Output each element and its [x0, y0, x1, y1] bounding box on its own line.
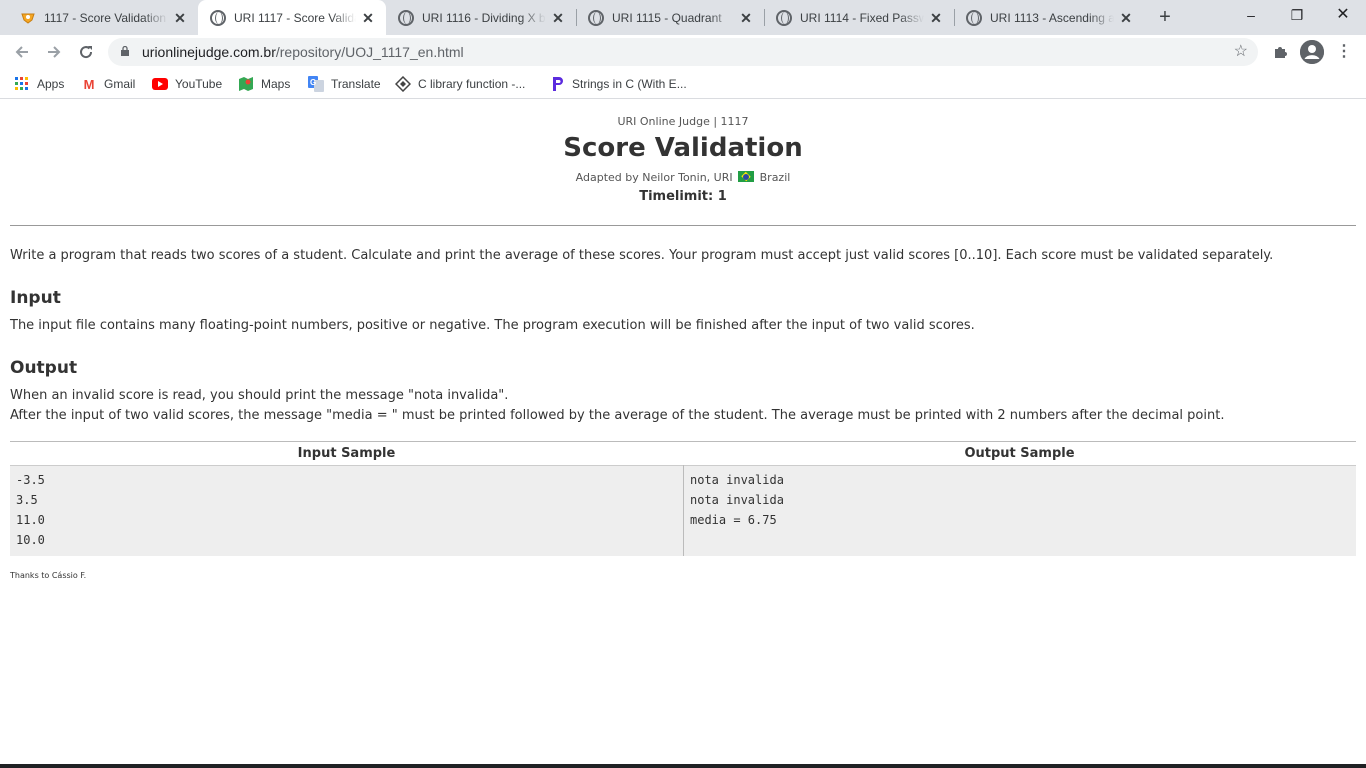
bookmarks-bar: Apps M Gmail YouTube Maps G Translate C … — [0, 69, 1366, 99]
gmail-icon: M — [83, 76, 95, 92]
bookmark-apps[interactable]: Apps — [14, 69, 64, 99]
output-sample-cell: nota invalida nota invalida media = 6.75 — [684, 465, 1356, 556]
country-name: Brazil — [759, 171, 791, 184]
address-bar[interactable]: urionlinejudge.com.br/repository/UOJ_111… — [108, 38, 1258, 66]
input-sample-line: 10.0 — [16, 533, 45, 547]
problem-page: URI Online Judge | 1117 Score Validation… — [0, 103, 1366, 768]
output-sample-line: nota invalida — [690, 473, 784, 487]
close-icon[interactable]: ✕ — [360, 10, 376, 26]
bookmark-youtube[interactable]: YouTube — [152, 69, 222, 99]
reload-icon — [80, 46, 93, 59]
tab-strip: 1117 - Score Validation ✕ URI 1117 - Sco… — [0, 0, 1366, 35]
judge-line: URI Online Judge | 1117 — [617, 115, 749, 128]
svg-text:G: G — [310, 78, 316, 87]
input-sample-line: -3.5 — [16, 473, 45, 487]
bottom-edge — [0, 764, 1366, 768]
output-heading: Output — [10, 358, 78, 378]
output-sample-line: media = 6.75 — [690, 513, 777, 527]
tab-title: URI 1114 - Fixed Password — [800, 10, 924, 25]
browser-toolbar: urionlinejudge.com.br/repository/UOJ_111… — [0, 35, 1366, 69]
brazil-flag-icon — [738, 171, 755, 182]
url-domain: urionlinejudge.com.br — [142, 44, 276, 60]
page-title: Score Validation — [563, 133, 803, 163]
maps-icon — [238, 76, 254, 92]
minimize-button[interactable]: – — [1228, 0, 1274, 30]
tab-uri-1117[interactable]: URI 1117 - Score Validation ✕ — [198, 0, 386, 35]
input-sample-cell: -3.5 3.5 11.0 10.0 — [10, 465, 683, 556]
chrome-menu-icon[interactable]: ⋮ — [1332, 40, 1356, 64]
output-description-2: After the input of two valid scores, the… — [10, 408, 1225, 423]
new-tab-button[interactable]: + — [1154, 6, 1176, 28]
tab-1117-score-validation[interactable]: 1117 - Score Validation ✕ — [8, 0, 198, 35]
globe-icon — [966, 9, 982, 26]
tab-uri-1113[interactable]: URI 1113 - Ascending and Descending ✕ — [954, 0, 1144, 35]
forward-arrow-icon — [48, 46, 61, 58]
tab-title: 1117 - Score Validation — [44, 10, 167, 25]
lock-icon — [121, 46, 129, 56]
bookmark-strings-in-c[interactable]: Strings in C (With E... — [549, 69, 687, 99]
bookmark-gmail[interactable]: M Gmail — [81, 69, 136, 99]
url-text: urionlinejudge.com.br/repository/UOJ_111… — [142, 38, 464, 66]
tab-title: URI 1113 - Ascending and Descending — [990, 10, 1114, 25]
bookmark-label: Strings in C (With E... — [572, 77, 687, 91]
back-arrow-icon — [15, 46, 28, 58]
thanks-note: Thanks to Cássio F. — [10, 571, 87, 580]
samples-table: Input Sample Output Sample -3.5 3.5 11.0… — [10, 441, 1356, 556]
bookmark-c-library[interactable]: C library function -... — [395, 69, 525, 99]
output-sample-header: Output Sample — [964, 446, 1075, 461]
input-sample-line: 11.0 — [16, 513, 45, 527]
url-path: /repository/UOJ_1117_en.html — [275, 44, 464, 60]
close-icon[interactable]: ✕ — [928, 10, 944, 26]
bookmark-label: YouTube — [175, 77, 223, 91]
extensions-puzzle-icon[interactable] — [1268, 40, 1292, 64]
tab-title: URI 1115 - Quadrant — [612, 10, 722, 25]
adapted-by: Adapted by Neilor Tonin, URI Brazil — [0, 171, 1366, 184]
translate-icon: G — [308, 76, 324, 92]
close-icon[interactable]: ✕ — [550, 10, 566, 26]
timelimit: Timelimit: 1 — [639, 189, 727, 204]
problem-description: Write a program that reads two scores of… — [10, 248, 1274, 263]
tab-uri-1114[interactable]: URI 1114 - Fixed Password ✕ — [764, 0, 954, 35]
tab-uri-1116[interactable]: URI 1116 - Dividing X by Y ✕ — [386, 0, 576, 35]
tab-uri-1115[interactable]: URI 1115 - Quadrant ✕ — [576, 0, 764, 35]
globe-icon — [398, 9, 414, 26]
close-icon[interactable]: ✕ — [738, 10, 754, 26]
input-sample-line: 3.5 — [16, 493, 38, 507]
adapted-by-text: Adapted by Neilor Tonin, URI — [575, 171, 733, 184]
apps-grid-icon — [14, 76, 30, 92]
bookmark-star-icon[interactable]: ☆ — [1234, 38, 1248, 66]
input-sample-header: Input Sample — [297, 446, 396, 461]
globe-icon — [588, 9, 604, 26]
back-button[interactable] — [9, 39, 35, 65]
divider — [10, 225, 1356, 226]
output-description-1: When an invalid score is read, you shoul… — [10, 388, 509, 403]
input-description: The input file contains many floating-po… — [10, 318, 975, 333]
reload-button[interactable] — [73, 39, 99, 65]
bookmark-label: Apps — [37, 77, 65, 91]
bookmark-label: Translate — [331, 77, 381, 91]
profile-avatar-icon[interactable] — [1300, 40, 1324, 64]
window-close-button[interactable]: ✕ — [1320, 0, 1366, 30]
forward-button[interactable] — [41, 39, 67, 65]
globe-icon — [776, 9, 792, 26]
bookmark-maps[interactable]: Maps — [238, 69, 290, 99]
restore-button[interactable]: ❐ — [1274, 0, 1320, 30]
uri-logo-icon — [20, 10, 36, 26]
output-sample-line: nota invalida — [690, 493, 784, 507]
close-icon[interactable]: ✕ — [1118, 10, 1134, 26]
bookmark-label: Gmail — [104, 77, 136, 91]
tutorials-icon — [395, 76, 411, 92]
bookmark-label: Maps — [261, 77, 291, 91]
programiz-icon — [549, 76, 565, 92]
tab-title: URI 1117 - Score Validation — [234, 10, 356, 25]
input-heading: Input — [10, 288, 61, 308]
bookmark-translate[interactable]: G Translate — [308, 69, 381, 99]
close-icon[interactable]: ✕ — [172, 10, 188, 26]
globe-icon — [210, 9, 226, 26]
bookmark-label: C library function -... — [418, 77, 526, 91]
tab-title: URI 1116 - Dividing X by Y — [422, 10, 546, 25]
youtube-icon — [152, 76, 168, 92]
